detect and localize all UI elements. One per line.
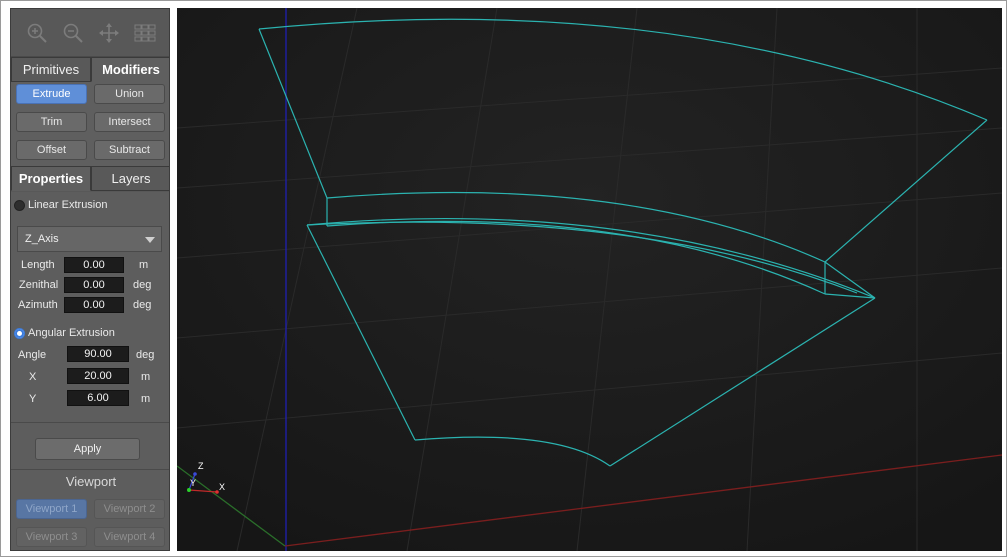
properties-layers-tabs: Properties Layers xyxy=(11,166,169,191)
zoom-in-icon[interactable] xyxy=(25,21,49,45)
x-unit: m xyxy=(141,371,151,383)
x-label: X xyxy=(29,371,37,383)
angle-unit: deg xyxy=(136,349,155,361)
viewport-section-title: Viewport xyxy=(65,474,117,489)
tab-primitives[interactable]: Primitives xyxy=(11,57,91,82)
y-input[interactable]: 6.00 xyxy=(67,390,129,406)
azimuth-unit: deg xyxy=(133,299,152,311)
axis-select[interactable]: Z_Axis xyxy=(17,226,162,252)
gizmo-z-label: Z xyxy=(198,461,204,471)
viewport-3-button[interactable]: Viewport 3 xyxy=(16,527,87,547)
zenithal-unit: deg xyxy=(133,279,152,291)
gizmo-y-label: Y xyxy=(190,478,197,488)
grid-icon[interactable] xyxy=(133,21,157,45)
angle-input[interactable]: 90.00 xyxy=(67,346,129,362)
divider xyxy=(11,469,169,470)
length-label: Length xyxy=(21,259,55,271)
trim-button[interactable]: Trim xyxy=(16,112,87,132)
viewport-1-button[interactable]: Viewport 1 xyxy=(16,499,87,519)
gizmo-x-label: X xyxy=(219,482,226,492)
pan-icon[interactable] xyxy=(97,21,121,45)
subtract-button[interactable]: Subtract xyxy=(94,140,165,160)
app-window: Primitives Modifiers Extrude Union Trim … xyxy=(0,0,1007,557)
union-button[interactable]: Union xyxy=(94,84,165,104)
tab-modifiers[interactable]: Modifiers xyxy=(91,57,169,82)
3d-viewport[interactable]: Z Y X xyxy=(177,8,1002,551)
modifiers-pane: Extrude Union Trim Intersect Offset Subt… xyxy=(11,82,169,167)
view-toolbar xyxy=(11,9,169,57)
apply-button[interactable]: Apply xyxy=(35,438,140,460)
azimuth-label: Azimuth xyxy=(18,299,58,311)
linear-extrusion-radio[interactable] xyxy=(14,199,25,211)
extrude-button[interactable]: Extrude xyxy=(16,84,87,104)
angular-extrusion-radio[interactable] xyxy=(14,327,25,339)
zenithal-input[interactable]: 0.00 xyxy=(64,277,124,293)
scene-canvas xyxy=(177,8,1002,551)
divider xyxy=(11,422,169,423)
viewport-4-button[interactable]: Viewport 4 xyxy=(94,527,165,547)
zenithal-label: Zenithal xyxy=(19,279,59,291)
length-input[interactable]: 0.00 xyxy=(64,257,124,273)
x-input[interactable]: 20.00 xyxy=(67,368,129,384)
linear-extrusion-option[interactable]: Linear Extrusion xyxy=(14,199,108,211)
viewport-background xyxy=(177,8,1002,551)
zoom-out-icon[interactable] xyxy=(61,21,85,45)
linear-extrusion-label: Linear Extrusion xyxy=(28,199,108,211)
chevron-down-icon xyxy=(145,237,155,243)
offset-button[interactable]: Offset xyxy=(16,140,87,160)
primitives-modifiers-tabs: Primitives Modifiers xyxy=(11,57,169,82)
tab-properties[interactable]: Properties xyxy=(11,166,91,191)
tool-panel: Primitives Modifiers Extrude Union Trim … xyxy=(10,8,170,551)
y-label: Y xyxy=(29,393,37,405)
viewport-2-button[interactable]: Viewport 2 xyxy=(94,499,165,519)
y-unit: m xyxy=(141,393,151,405)
azimuth-input[interactable]: 0.00 xyxy=(64,297,124,313)
angle-label: Angle xyxy=(18,349,47,361)
axis-select-value: Z_Axis xyxy=(25,233,59,245)
angular-extrusion-label: Angular Extrusion xyxy=(28,327,115,339)
tab-layers[interactable]: Layers xyxy=(91,166,169,191)
length-unit: m xyxy=(139,259,149,271)
intersect-button[interactable]: Intersect xyxy=(94,112,165,132)
properties-pane: Linear Extrusion Z_Axis Length 0.00 m Ze… xyxy=(11,192,169,550)
angular-extrusion-option[interactable]: Angular Extrusion xyxy=(14,327,115,339)
